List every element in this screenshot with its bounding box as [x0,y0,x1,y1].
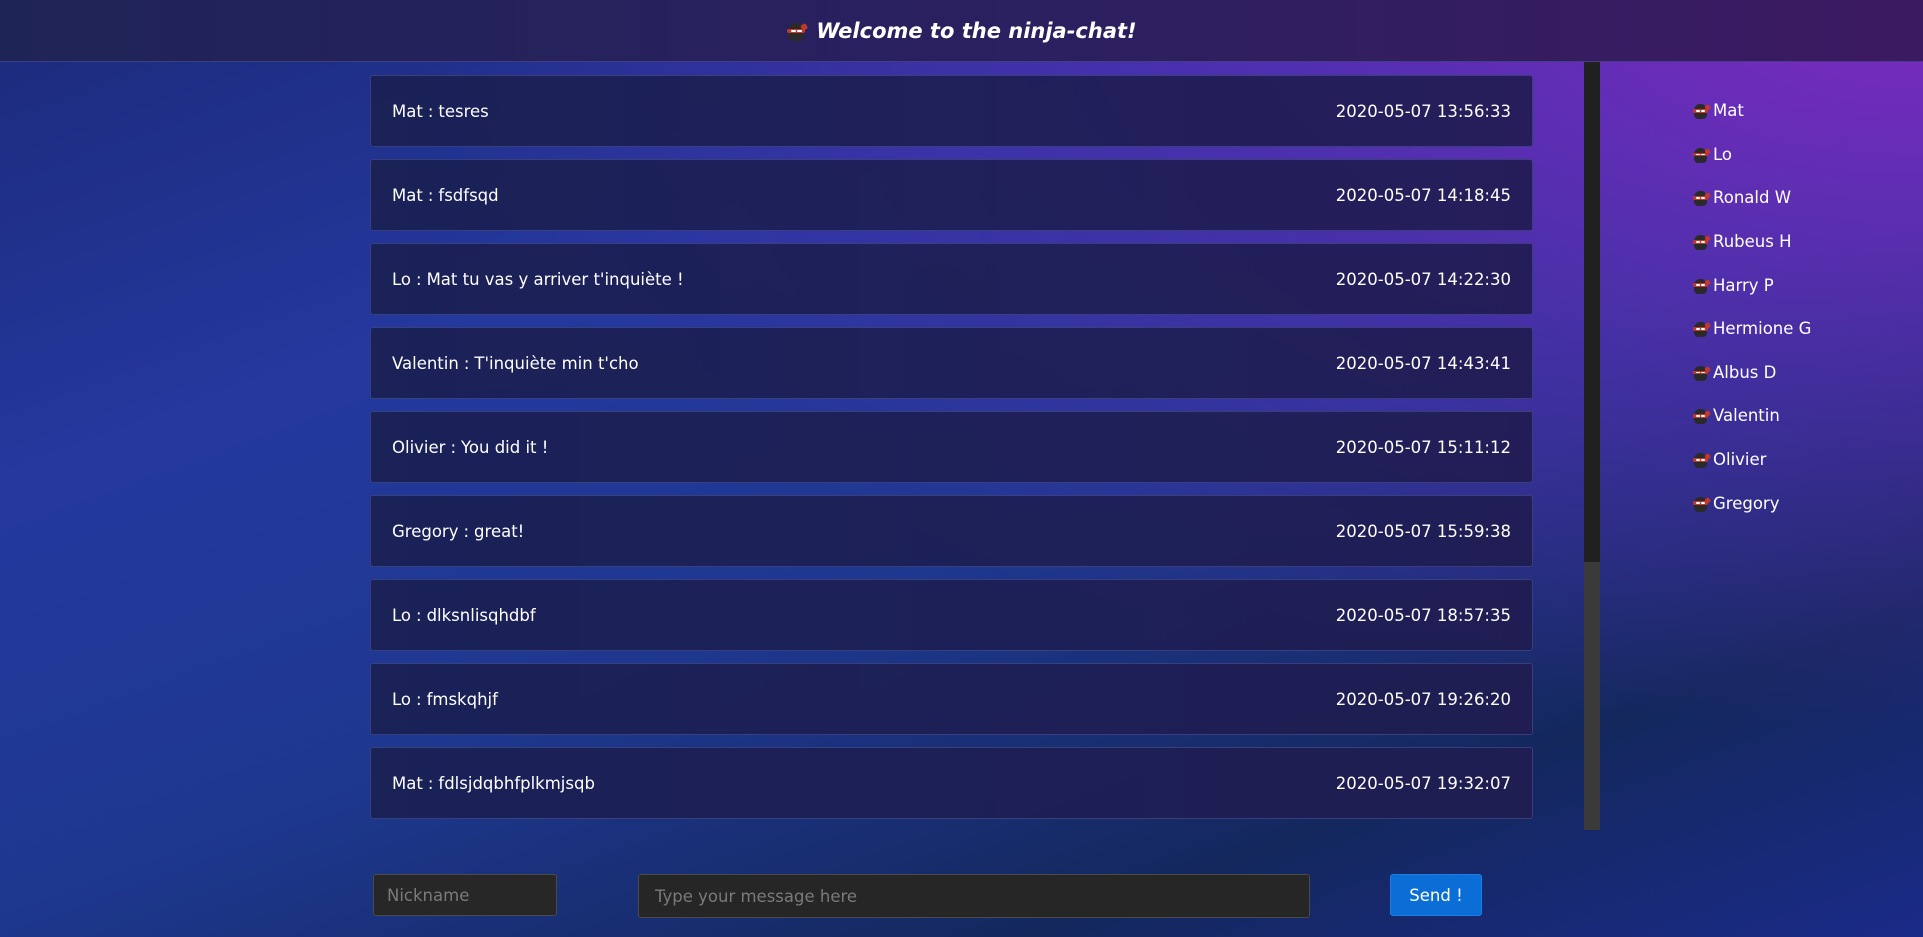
message-author: Lo [392,605,411,625]
nickname-input[interactable] [373,874,557,916]
user-list-item: Lo [1692,133,1892,177]
message-separator: : [427,773,434,793]
message-input[interactable] [638,874,1310,918]
message-text: dlksnlisqhdbf [426,605,536,625]
user-name: Mat [1713,101,1744,121]
user-list-item: Olivier [1692,438,1892,482]
message-author: Valentin [392,353,459,373]
message-text: tesres [438,101,489,121]
message-scrollbar[interactable] [1584,62,1600,830]
message-author: Gregory [392,521,459,541]
message-item: Olivier: You did it ! 2020-05-07 15:11:12 [370,411,1533,483]
ninja-icon [1692,495,1711,512]
user-list-item: Albus D [1692,351,1892,395]
message-text: fmskqhjf [426,689,498,709]
user-name: Valentin [1713,406,1780,426]
message-item: Lo: fmskqhjf 2020-05-07 19:26:20 [370,663,1533,735]
ninja-icon [1692,364,1711,381]
message-author: Mat [392,773,423,793]
user-name: Hermione G [1713,319,1812,339]
user-list-item: Rubeus H [1692,220,1892,264]
user-name: Harry P [1713,275,1774,295]
message-text: Mat tu vas y arriver t'inquiète ! [426,269,684,289]
user-name: Gregory [1713,493,1780,513]
user-list-item: Harry P [1692,263,1892,307]
message-item: Mat: fsdfsqd 2020-05-07 14:18:45 [370,159,1533,231]
message-timestamp: 2020-05-07 15:11:12 [1335,437,1511,457]
message-author: Lo [392,269,411,289]
ninja-icon [786,21,809,41]
message-timestamp: 2020-05-07 13:56:33 [1335,101,1511,121]
app-header: Welcome to the ninja-chat! [0,0,1923,62]
message-timestamp: 2020-05-07 14:43:41 [1335,353,1511,373]
user-list-item: Mat [1692,89,1892,133]
ninja-icon [1692,189,1711,207]
user-list-item: Gregory [1692,481,1892,525]
message-item: Lo: Mat tu vas y arriver t'inquiète ! 202… [370,243,1533,315]
message-author: Olivier [392,437,446,457]
page-title: Welcome to the ninja-chat! [816,18,1137,43]
message-author: Lo [392,689,411,709]
user-list-item: Ronald W [1692,176,1892,220]
ninja-icon [1692,407,1711,425]
user-name: Albus D [1713,362,1777,382]
message-separator: : [427,185,434,205]
message-text: fdlsjdqbhfplkmjsqb [438,773,595,793]
message-composer: Send ! [0,874,1923,918]
message-text: fsdfsqd [438,185,499,205]
message-item: Mat: fdlsjdqbhfplkmjsqb 2020-05-07 19:32:… [370,747,1533,819]
message-item: Gregory: great! 2020-05-07 15:59:38 [370,495,1533,567]
message-separator: : [463,353,470,373]
message-timestamp: 2020-05-07 19:26:20 [1335,689,1511,709]
header-title-group: Welcome to the ninja-chat! [786,18,1137,43]
user-name: Olivier [1713,450,1767,470]
user-list: Mat Lo Ronald W Rubeus H Harry P Hermion… [1692,89,1892,525]
message-timestamp: 2020-05-07 15:59:38 [1335,521,1511,541]
message-item: Valentin: T'inquiète min t'cho 2020-05-07… [370,327,1533,399]
message-list[interactable]: Mat: tesres 2020-05-07 13:56:33 Mat: fsdfs… [370,75,1533,831]
message-separator: : [416,689,422,709]
user-name: Rubeus H [1713,232,1792,252]
message-separator: : [416,269,422,289]
ninja-icon [1692,277,1711,294]
send-button[interactable]: Send ! [1390,874,1482,916]
message-author: Mat [392,101,423,121]
ninja-icon [1692,320,1711,338]
message-separator: : [416,605,422,625]
message-timestamp: 2020-05-07 14:18:45 [1335,185,1511,205]
message-text: You did it ! [461,437,549,457]
message-item: Mat: tesres 2020-05-07 13:56:33 [370,75,1533,147]
message-text: great! [474,521,525,541]
message-separator: : [463,521,470,541]
message-timestamp: 2020-05-07 18:57:35 [1335,605,1511,625]
ninja-icon [1692,233,1711,251]
message-timestamp: 2020-05-07 19:32:07 [1335,773,1511,793]
message-author: Mat [392,185,423,205]
message-separator: : [427,101,434,121]
user-name: Ronald W [1713,188,1792,208]
message-separator: : [450,437,457,457]
ninja-icon [1692,102,1711,120]
ninja-icon [1692,146,1711,163]
user-name: Lo [1713,144,1732,164]
scrollbar-thumb[interactable] [1584,62,1600,562]
message-item: Lo: dlksnlisqhdbf 2020-05-07 18:57:35 [370,579,1533,651]
user-list-item: Valentin [1692,394,1892,438]
ninja-icon [1692,451,1711,469]
message-timestamp: 2020-05-07 14:22:30 [1335,269,1511,289]
message-text: T'inquiète min t'cho [474,353,639,373]
user-list-item: Hermione G [1692,307,1892,351]
